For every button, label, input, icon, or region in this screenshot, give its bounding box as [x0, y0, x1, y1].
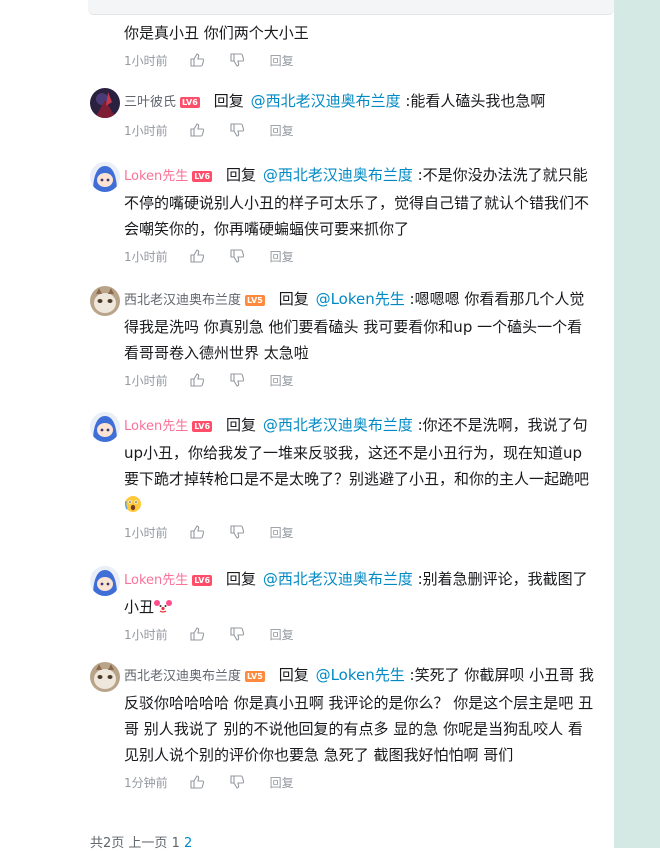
- reply-time: 1小时前: [124, 249, 168, 264]
- reply-to-label: 回复: [278, 290, 309, 308]
- level-badge: LV5: [245, 295, 265, 306]
- username[interactable]: 三叶彼氏: [124, 95, 176, 110]
- pagination: 共2页 上一页 1 2: [90, 832, 192, 851]
- like-icon[interactable]: [190, 525, 204, 539]
- like-icon[interactable]: [190, 123, 204, 137]
- reply-meta: 1小时前 回复: [124, 522, 596, 542]
- username[interactable]: 西北老汉迪奥布兰度: [124, 669, 241, 684]
- level-badge: LV6: [192, 421, 213, 432]
- like-icon[interactable]: [190, 53, 204, 67]
- dislike-icon[interactable]: [230, 123, 244, 137]
- dislike-icon[interactable]: [230, 53, 244, 67]
- reply-to-label: 回复: [213, 92, 244, 110]
- page-right-background: [614, 0, 660, 848]
- reply-button[interactable]: 回复: [270, 248, 294, 265]
- reply-button[interactable]: 回复: [270, 774, 294, 791]
- like-icon[interactable]: [190, 373, 204, 387]
- mention-link[interactable]: @Loken先生: [316, 290, 405, 308]
- mention-link[interactable]: @西北老汉迪奥布兰度: [263, 166, 413, 184]
- reply-to-label: 回复: [226, 166, 257, 184]
- dislike-icon[interactable]: [230, 249, 244, 263]
- page-total: 共2页: [90, 836, 125, 851]
- username[interactable]: Loken先生: [124, 169, 188, 184]
- reply-content: 三叶彼氏 LV6 回复 @西北老汉迪奥布兰度 :能看人磕头我也急啊: [124, 88, 596, 116]
- avatar[interactable]: [90, 286, 120, 316]
- avatar[interactable]: [90, 566, 120, 596]
- username[interactable]: Loken先生: [124, 573, 188, 588]
- reply-content: 西北老汉迪奥布兰度 LV5 回复 @Loken先生 :嗯嗯嗯 你看看那几个人觉得我是…: [124, 286, 596, 366]
- username[interactable]: 西北老汉迪奥布兰度: [124, 293, 241, 308]
- reply-meta: 1小时前 回复: [124, 624, 596, 644]
- prev-page-link[interactable]: 上一页: [128, 836, 167, 851]
- reply-button[interactable]: 回复: [270, 122, 294, 139]
- page-link-2[interactable]: 2: [184, 836, 192, 851]
- mention-link[interactable]: @Loken先生: [316, 666, 405, 684]
- reply-meta: 1小时前 回复: [124, 246, 596, 266]
- mention-link[interactable]: @西北老汉迪奥布兰度: [251, 92, 401, 110]
- reply-meta: 1小时前 回复: [124, 50, 596, 70]
- reply-meta: 1小时前 回复: [124, 370, 596, 390]
- reply-to-label: 回复: [278, 666, 309, 684]
- like-icon[interactable]: [190, 775, 204, 789]
- reply-content: 西北老汉迪奥布兰度 LV5 回复 @Loken先生 :笑死了 你截屏呗 小丑哥 我反…: [124, 662, 596, 768]
- username[interactable]: Loken先生: [124, 419, 188, 434]
- dislike-icon[interactable]: [230, 627, 244, 641]
- level-badge: LV5: [245, 671, 265, 682]
- reply-content: Loken先生 LV6 回复 @西北老汉迪奥布兰度 :别着急删评论，我截图了小丑: [124, 566, 596, 620]
- reply-meta: 1分钟前 回复: [124, 772, 596, 792]
- like-icon[interactable]: [190, 627, 204, 641]
- page-current: 1: [171, 836, 180, 851]
- reply-time: 1小时前: [124, 53, 168, 68]
- reply-button[interactable]: 回复: [270, 52, 294, 69]
- reply-content: Loken先生 LV6 回复 @西北老汉迪奥布兰度 :不是你没办法洗了就只能不停的嘴…: [124, 162, 596, 242]
- reply-time: 1小时前: [124, 373, 168, 388]
- level-badge: LV6: [192, 575, 213, 586]
- avatar[interactable]: [90, 162, 120, 192]
- reply-text: :能看人磕头我也急啊: [400, 92, 546, 110]
- level-badge: LV6: [192, 171, 213, 182]
- reply-time: 1小时前: [124, 525, 168, 540]
- mention-link[interactable]: @西北老汉迪奥布兰度: [263, 416, 413, 434]
- reply-time: 1小时前: [124, 123, 168, 138]
- reply-button[interactable]: 回复: [270, 626, 294, 643]
- reply-to-label: 回复: [226, 416, 257, 434]
- dislike-icon[interactable]: [230, 775, 244, 789]
- reply-time: 1小时前: [124, 627, 168, 642]
- dislike-icon[interactable]: [230, 525, 244, 539]
- like-icon[interactable]: [190, 249, 204, 263]
- reply-content: Loken先生 LV6 回复 @西北老汉迪奥布兰度 :你还不是洗啊，我说了句up小丑…: [124, 412, 596, 518]
- reply-button[interactable]: 回复: [270, 524, 294, 541]
- reply-list: 你是真小丑 你们两个大小王 1小时前 回复 三叶彼氏 LV6 回复 @西北老汉迪奥布…: [0, 0, 614, 851]
- level-badge: LV6: [180, 97, 200, 108]
- avatar[interactable]: [90, 88, 120, 118]
- mention-link[interactable]: @西北老汉迪奥布兰度: [263, 570, 413, 588]
- clown-emoji-icon: [154, 600, 173, 614]
- reply-meta: 1小时前 回复: [124, 120, 596, 140]
- scared-emoji-icon: [124, 496, 141, 512]
- reply-time: 1分钟前: [124, 775, 168, 790]
- reply-content: 你是真小丑 你们两个大小王: [124, 24, 309, 42]
- avatar[interactable]: [90, 412, 120, 442]
- avatar[interactable]: [90, 662, 120, 692]
- reply-button[interactable]: 回复: [270, 372, 294, 389]
- dislike-icon[interactable]: [230, 373, 244, 387]
- reply-to-label: 回复: [226, 570, 257, 588]
